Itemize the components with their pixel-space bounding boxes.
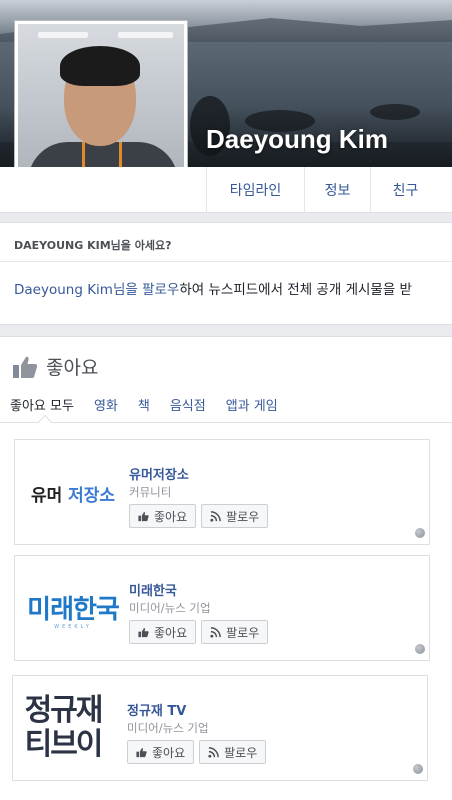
thumbs-up-icon <box>138 511 149 521</box>
rss-icon <box>210 626 221 638</box>
likes-filters: 좋아요 모두 영화 책 음식점 앱과 게임 <box>10 395 298 414</box>
filter-all[interactable]: 좋아요 모두 <box>10 395 74 414</box>
page-category: 미디어/뉴스 기업 <box>129 601 211 615</box>
rss-icon <box>210 510 221 522</box>
know-title: DAEYOUNG KIM님을 아세요? <box>14 239 172 252</box>
profile-link[interactable]: Daeyoung Kim <box>14 282 113 298</box>
filter-books[interactable]: 책 <box>138 395 150 414</box>
like-button[interactable]: 좋아요 <box>129 504 197 528</box>
likes-title: 좋아요 <box>46 357 99 379</box>
thumbs-up-icon <box>136 747 147 757</box>
tab-label: 타임라인 <box>229 183 282 199</box>
globe-icon <box>413 764 423 774</box>
page-logo[interactable]: 정규재 티브이 <box>13 684 113 772</box>
page-card: 미래한국 WEEKLY 미래한국 미디어/뉴스 기업 좋아요 팔로우 <box>14 555 430 661</box>
divider <box>0 422 452 423</box>
know-rest: 하여 뉴스피드에서 전체 공개 게시물을 받 <box>179 282 412 298</box>
know-text: Daeyoung Kim님을 팔로우하여 뉴스피드에서 전체 공개 게시물을 받 <box>14 278 412 298</box>
profile-name[interactable]: Daeyoung Kim <box>206 124 388 155</box>
tab-timeline[interactable]: 타임라인 <box>206 167 304 213</box>
avatar-image <box>18 24 184 190</box>
globe-icon <box>415 528 425 538</box>
like-button[interactable]: 좋아요 <box>129 620 197 644</box>
page-card: 유머 저장소 유머저장소 커뮤니티 좋아요 팔로우 <box>14 439 430 545</box>
page-name[interactable]: 미래한국 <box>129 580 177 599</box>
globe-icon <box>415 644 425 654</box>
page-logo[interactable]: 미래한국 WEEKLY <box>23 574 123 644</box>
thumbs-up-icon <box>138 627 149 637</box>
like-button[interactable]: 좋아요 <box>127 740 195 764</box>
filter-apps-games[interactable]: 앱과 게임 <box>226 395 278 414</box>
tab-about[interactable]: 정보 <box>304 167 370 213</box>
filter-restaurants[interactable]: 음식점 <box>170 395 206 414</box>
page-name[interactable]: 정규재 TV <box>127 700 186 719</box>
tab-label: 친구 <box>392 183 419 199</box>
page-name[interactable]: 유머저장소 <box>129 464 189 483</box>
page-card: 정규재 티브이 정규재 TV 미디어/뉴스 기업 좋아요 팔로우 <box>12 675 428 781</box>
likes-header: 좋아요 <box>12 353 98 380</box>
tab-friends[interactable]: 친구 <box>370 167 440 213</box>
page-category: 미디어/뉴스 기업 <box>127 721 209 735</box>
follow-button[interactable]: 팔로우 <box>201 504 269 528</box>
page-logo[interactable]: 유머 저장소 <box>23 458 123 528</box>
follow-button[interactable]: 팔로우 <box>201 620 269 644</box>
know-section: DAEYOUNG KIM님을 아세요? Daeyoung Kim님을 팔로우하여… <box>0 222 452 325</box>
page-category: 커뮤니티 <box>129 485 172 499</box>
tab-label: 정보 <box>324 183 351 199</box>
rss-icon <box>208 746 219 758</box>
follow-link[interactable]: 님을 팔로우 <box>113 282 179 298</box>
likes-section: 좋아요 좋아요 모두 영화 책 음식점 앱과 게임 유머 저장소 유머저장소 커… <box>0 336 452 800</box>
active-filter-caret <box>37 414 53 430</box>
follow-button[interactable]: 팔로우 <box>199 740 267 764</box>
filter-movies[interactable]: 영화 <box>94 395 118 414</box>
thumbs-up-icon <box>13 356 38 378</box>
divider <box>0 261 452 262</box>
profile-tabs: 타임라인 정보 친구 <box>0 167 452 213</box>
